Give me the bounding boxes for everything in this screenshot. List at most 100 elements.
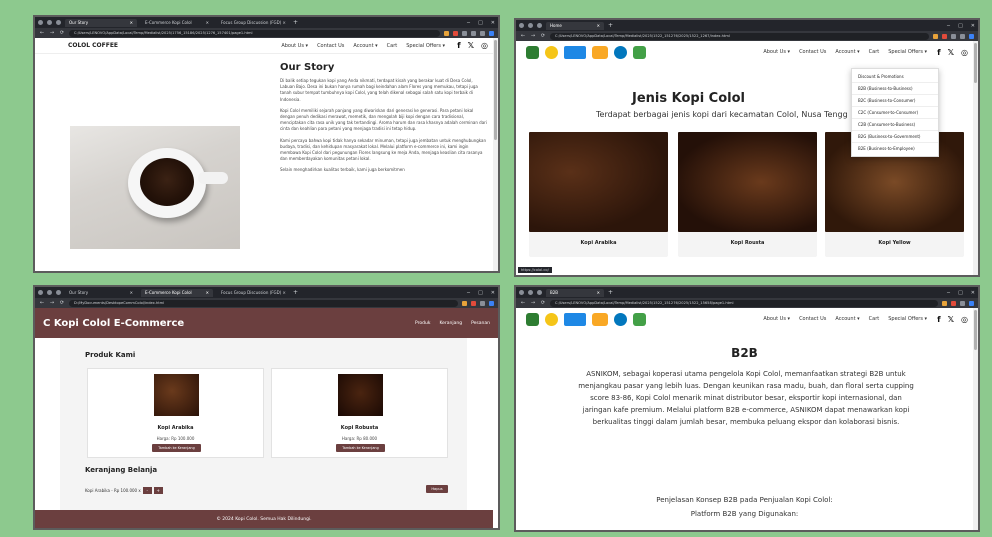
increase-qty-button[interactable]: + [153, 487, 163, 494]
profile-icon[interactable] [38, 20, 43, 25]
tab-actions-icon[interactable] [56, 20, 61, 25]
instagram-icon[interactable]: ◎ [481, 41, 488, 50]
new-tab-icon[interactable]: + [293, 289, 298, 296]
nav-special-offers[interactable]: Special Offers ▾ [406, 43, 445, 49]
dropdown-item[interactable]: Discount & Promotions [852, 71, 938, 83]
close-tab-icon[interactable]: ✕ [597, 23, 600, 28]
close-tab-icon[interactable]: ✕ [130, 290, 133, 295]
back-icon[interactable]: ← [520, 300, 526, 306]
dropdown-item[interactable]: C2C (Consumer-to-Consumer) [852, 107, 938, 119]
close-window-icon[interactable]: ✕ [491, 20, 495, 26]
minimize-icon[interactable]: ─ [467, 290, 470, 296]
maximize-icon[interactable]: □ [958, 290, 963, 296]
tab-b2b[interactable]: B2B ✕ [546, 288, 604, 297]
nav-cart[interactable]: Cart [869, 49, 880, 55]
close-window-icon[interactable]: ✕ [971, 23, 975, 29]
extension-icon[interactable] [462, 30, 467, 36]
extension-icon[interactable] [960, 33, 965, 39]
new-tab-icon[interactable]: + [293, 19, 298, 26]
nav-account[interactable]: Account ▾ [353, 43, 377, 49]
forward-icon[interactable]: → [49, 30, 55, 36]
forward-icon[interactable]: → [530, 33, 536, 39]
nav-pesanan[interactable]: Pesanan [471, 321, 490, 326]
back-icon[interactable]: ← [39, 300, 45, 306]
extension-icon[interactable] [471, 300, 476, 306]
product-card[interactable]: Kopi Arabika [529, 132, 668, 257]
extension-icon[interactable] [969, 33, 974, 39]
scrollbar[interactable] [973, 41, 978, 275]
forward-icon[interactable]: → [49, 300, 55, 306]
facebook-icon[interactable]: f [937, 48, 940, 57]
maximize-icon[interactable]: □ [958, 23, 963, 29]
minimize-icon[interactable]: ─ [947, 290, 950, 296]
product-card[interactable]: Kopi Rousta [678, 132, 817, 257]
extension-icon[interactable] [480, 30, 485, 36]
instagram-icon[interactable]: ◎ [961, 48, 968, 57]
profile-icon[interactable] [38, 290, 43, 295]
workspace-icon[interactable] [528, 290, 533, 295]
extension-icon[interactable] [960, 300, 965, 306]
nav-cart[interactable]: Cart [869, 316, 880, 322]
tab-fgd[interactable]: Focus Group Discussion (FGD) × [217, 19, 289, 27]
minimize-icon[interactable]: ─ [467, 20, 470, 26]
url-field[interactable]: C:/Users/LENOVO/AppData/Local/Temp/Media… [69, 29, 440, 37]
nav-produk[interactable]: Produk [415, 321, 430, 326]
scrollbar[interactable] [973, 308, 978, 530]
twitter-icon[interactable]: 𝕏 [948, 315, 954, 324]
reload-icon[interactable]: ⟳ [59, 300, 65, 306]
nav-keranjang[interactable]: Keranjang [439, 321, 462, 326]
close-tab-icon[interactable]: ✕ [206, 290, 209, 295]
dropdown-item[interactable]: B2C (Business-to-Consumer) [852, 95, 938, 107]
nav-about[interactable]: About Us ▾ [763, 316, 790, 322]
dropdown-item[interactable]: B2B (Business-to-Business) [852, 83, 938, 95]
add-to-cart-button[interactable]: Tambah ke Keranjang [336, 444, 385, 452]
minimize-icon[interactable]: ─ [947, 23, 950, 29]
extension-icon[interactable] [471, 30, 476, 36]
reload-icon[interactable]: ⟳ [540, 300, 546, 306]
dropdown-item[interactable]: C2B (Consumer-to-Business) [852, 119, 938, 131]
nav-special-offers[interactable]: Special Offers ▾ [888, 49, 927, 55]
tab-home[interactable]: Home ✕ [546, 21, 604, 30]
extension-icon[interactable] [453, 30, 458, 36]
extension-icon[interactable] [489, 300, 494, 306]
extension-icon[interactable] [942, 33, 947, 39]
add-to-cart-button[interactable]: Tambah ke Keranjang [152, 444, 201, 452]
close-window-icon[interactable]: ✕ [491, 290, 495, 296]
nav-contact[interactable]: Contact Us [799, 49, 826, 55]
extension-icon[interactable] [951, 300, 956, 306]
scrollbar-thumb[interactable] [974, 310, 977, 350]
back-icon[interactable]: ← [520, 33, 526, 39]
reload-icon[interactable]: ⟳ [540, 33, 546, 39]
dropdown-item[interactable]: B2E (Business-to-Employee) [852, 143, 938, 154]
extension-icon[interactable] [951, 33, 956, 39]
tab-fgd[interactable]: Focus Group Discussion (FGD) × [217, 289, 289, 297]
maximize-icon[interactable]: □ [478, 20, 483, 26]
tab-ecommerce[interactable]: E-Commerce Kopi Colol ✕ [141, 19, 213, 27]
twitter-icon[interactable]: 𝕏 [468, 41, 474, 50]
facebook-icon[interactable]: f [937, 315, 940, 324]
tab-actions-icon[interactable] [537, 290, 542, 295]
remove-button[interactable]: Hapus [426, 485, 448, 493]
url-field[interactable]: C:/Users/LENOVO/AppData/Local/Temp/Media… [550, 299, 938, 307]
facebook-icon[interactable]: f [457, 41, 460, 50]
reload-icon[interactable]: ⟳ [59, 30, 65, 36]
twitter-icon[interactable]: 𝕏 [948, 48, 954, 57]
nav-contact[interactable]: Contact Us [317, 43, 344, 49]
maximize-icon[interactable]: □ [478, 290, 483, 296]
nav-contact[interactable]: Contact Us [799, 316, 826, 322]
site-title[interactable]: C Kopi Colol E-Commerce [43, 318, 184, 329]
extension-icon[interactable] [933, 33, 938, 39]
url-field[interactable]: C:/Users/LENOVO/AppData/Local/Temp/Media… [550, 32, 929, 40]
extension-icon[interactable] [969, 300, 974, 306]
nav-about[interactable]: About Us ▾ [763, 49, 790, 55]
tab-ecommerce[interactable]: E-Commerce Kopi Colol ✕ [141, 288, 213, 297]
profile-icon[interactable] [519, 290, 524, 295]
extension-icon[interactable] [444, 30, 449, 36]
workspace-icon[interactable] [47, 290, 52, 295]
extension-icon[interactable] [942, 300, 947, 306]
tab-actions-icon[interactable] [56, 290, 61, 295]
scrollbar-thumb[interactable] [494, 40, 497, 140]
extension-icon[interactable] [489, 30, 494, 36]
workspace-icon[interactable] [47, 20, 52, 25]
tab-our-story[interactable]: Our Story ✕ [65, 289, 137, 297]
